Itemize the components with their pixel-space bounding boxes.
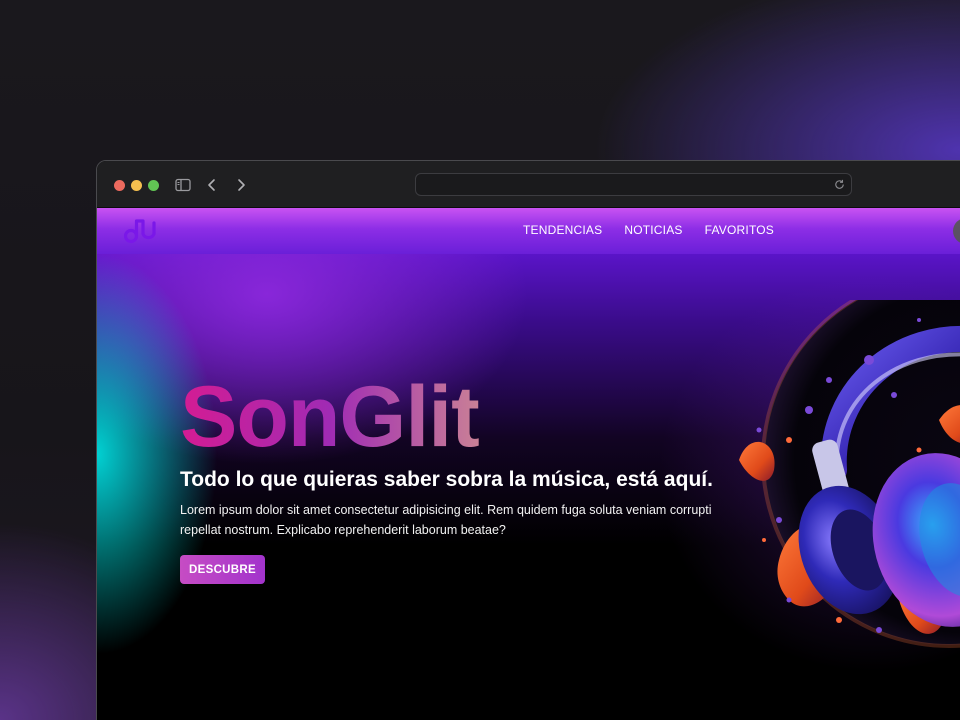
site-header: TENDENCIAS NOTICIAS FAVORITOS — [97, 208, 960, 254]
music-note-logo[interactable] — [123, 217, 157, 245]
nav-item-tendencias[interactable]: TENDENCIAS — [523, 223, 602, 237]
hero-section: SonGlit Todo lo que quieras saber sobra … — [97, 254, 960, 720]
sidebar-icon[interactable] — [174, 176, 192, 194]
reload-icon[interactable] — [833, 178, 846, 191]
minimize-window-button[interactable] — [131, 180, 142, 191]
hero-subtitle: Todo lo que quieras saber sobra la músic… — [180, 468, 713, 491]
back-icon[interactable] — [203, 176, 221, 194]
nav-item-noticias[interactable]: NOTICIAS — [624, 223, 682, 237]
discover-button[interactable]: DESCUBRE — [180, 555, 265, 584]
nav-item-favoritos[interactable]: FAVORITOS — [705, 223, 774, 237]
browser-window: TENDENCIAS NOTICIAS FAVORITOS SonGlit To… — [96, 160, 960, 720]
close-window-button[interactable] — [114, 180, 125, 191]
hero-body-text: Lorem ipsum dolor sit amet consectetur a… — [180, 503, 712, 537]
maximize-window-button[interactable] — [148, 180, 159, 191]
forward-icon[interactable] — [232, 176, 250, 194]
address-bar[interactable] — [415, 173, 852, 196]
header-action-button[interactable] — [953, 218, 960, 244]
hero-title: SonGlit — [180, 369, 480, 465]
headphones-illustration — [739, 300, 960, 648]
main-nav: TENDENCIAS NOTICIAS FAVORITOS — [523, 223, 774, 237]
browser-titlebar — [97, 161, 960, 208]
